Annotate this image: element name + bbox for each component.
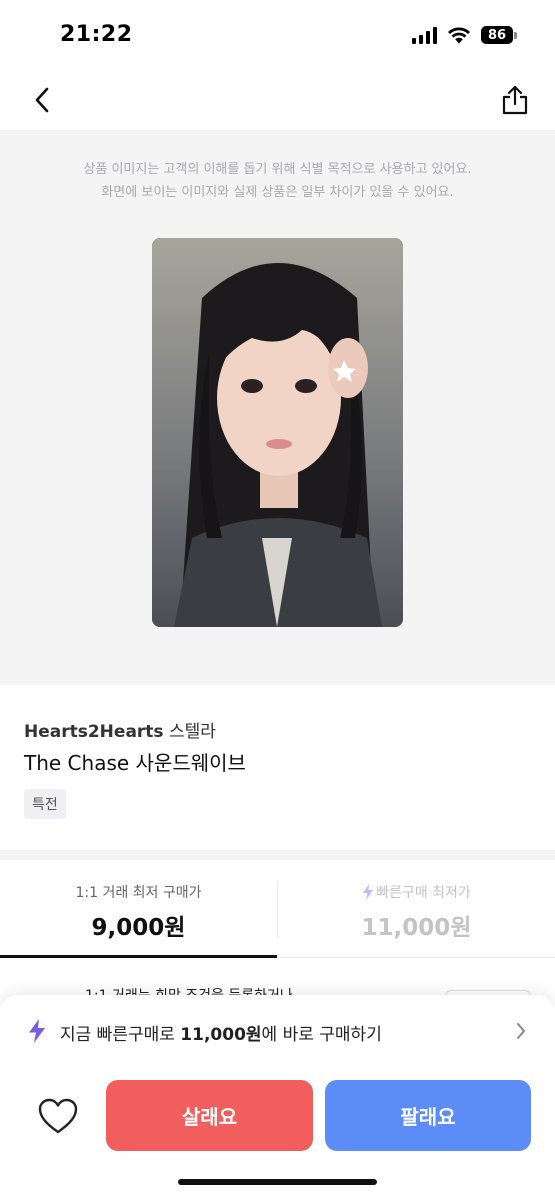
buy-button[interactable]: 살래요: [106, 1080, 313, 1151]
chevron-left-icon: [35, 87, 49, 113]
product-info: Hearts2Hearts 스텔라 The Chase 사운드웨이브 특전: [0, 685, 555, 850]
status-icons: 86: [412, 26, 517, 44]
artist-line: Hearts2Hearts 스텔라: [24, 717, 216, 742]
tab-quick-buy[interactable]: 빠른구매 최저가 11,000원: [278, 860, 555, 958]
home-indicator: [178, 1179, 377, 1185]
status-time: 21:22: [60, 22, 133, 47]
product-tag: 특전: [24, 789, 66, 819]
quick-buy-price-highlight: 11,000원: [180, 1025, 262, 1045]
bottom-action-sheet: 지금 빠른구매로 11,000원에 바로 구매하기 살래요 팔래요: [0, 995, 555, 1200]
product-title: The Chase 사운드웨이브: [24, 751, 246, 775]
photocard-image: [152, 238, 403, 627]
image-notice: 상품 이미지는 고객의 이해를 돕기 위해 식별 목적으로 사용하고 있어요. …: [0, 158, 555, 204]
quick-buy-tab-label: 빠른구매 최저가: [278, 882, 555, 902]
quick-buy-banner[interactable]: 지금 빠른구매로 11,000원에 바로 구매하기: [0, 1007, 555, 1055]
sell-button[interactable]: 팔래요: [325, 1080, 531, 1151]
cellular-signal-icon: [412, 26, 437, 44]
direct-trade-price: 9,000원: [91, 915, 186, 941]
quick-buy-text: 지금 빠른구매로 11,000원에 바로 구매하기: [60, 1020, 382, 1045]
quick-buy-price: 11,000원: [361, 915, 472, 941]
image-notice-line1: 상품 이미지는 고객의 이해를 돕기 위해 식별 목적으로 사용하고 있어요.: [83, 162, 472, 177]
action-row: 살래요 팔래요: [0, 1080, 555, 1152]
image-notice-line2: 화면에 보이는 이미지와 실제 상품은 일부 차이가 있을 수 있어요.: [101, 185, 454, 200]
quick-buy-suffix: 에 바로 구매하기: [261, 1025, 382, 1045]
back-button[interactable]: [22, 80, 62, 120]
quick-buy-label-text: 빠른구매 최저가: [376, 885, 471, 901]
price-tabs: 1:1 거래 최저 구매가 9,000원 빠른구매 최저가 11,000원: [0, 860, 555, 958]
share-button[interactable]: [495, 80, 535, 120]
tab-direct-trade[interactable]: 1:1 거래 최저 구매가 9,000원: [0, 860, 277, 958]
quick-buy-prefix: 지금 빠른구매로: [60, 1025, 181, 1045]
bolt-icon: [363, 884, 374, 900]
bolt-icon: [29, 1019, 45, 1043]
wishlist-button[interactable]: [34, 1094, 82, 1138]
artist-name[interactable]: Hearts2Hearts: [24, 722, 164, 742]
member-name: 스텔라: [168, 722, 216, 742]
product-photo[interactable]: [152, 238, 403, 627]
battery-icon: 86: [481, 26, 517, 44]
wifi-icon: [448, 27, 470, 44]
chevron-right-icon: [517, 1023, 525, 1039]
heart-icon: [38, 1098, 78, 1134]
battery-level: 86: [481, 26, 513, 44]
direct-trade-label: 1:1 거래 최저 구매가: [75, 885, 202, 901]
section-divider: [0, 850, 555, 860]
nav-bar: [0, 70, 555, 130]
status-bar: 21:22 86: [0, 0, 555, 70]
product-image-area: 상품 이미지는 고객의 이해를 돕기 위해 식별 목적으로 사용하고 있어요. …: [0, 130, 555, 685]
share-icon: [502, 85, 528, 115]
